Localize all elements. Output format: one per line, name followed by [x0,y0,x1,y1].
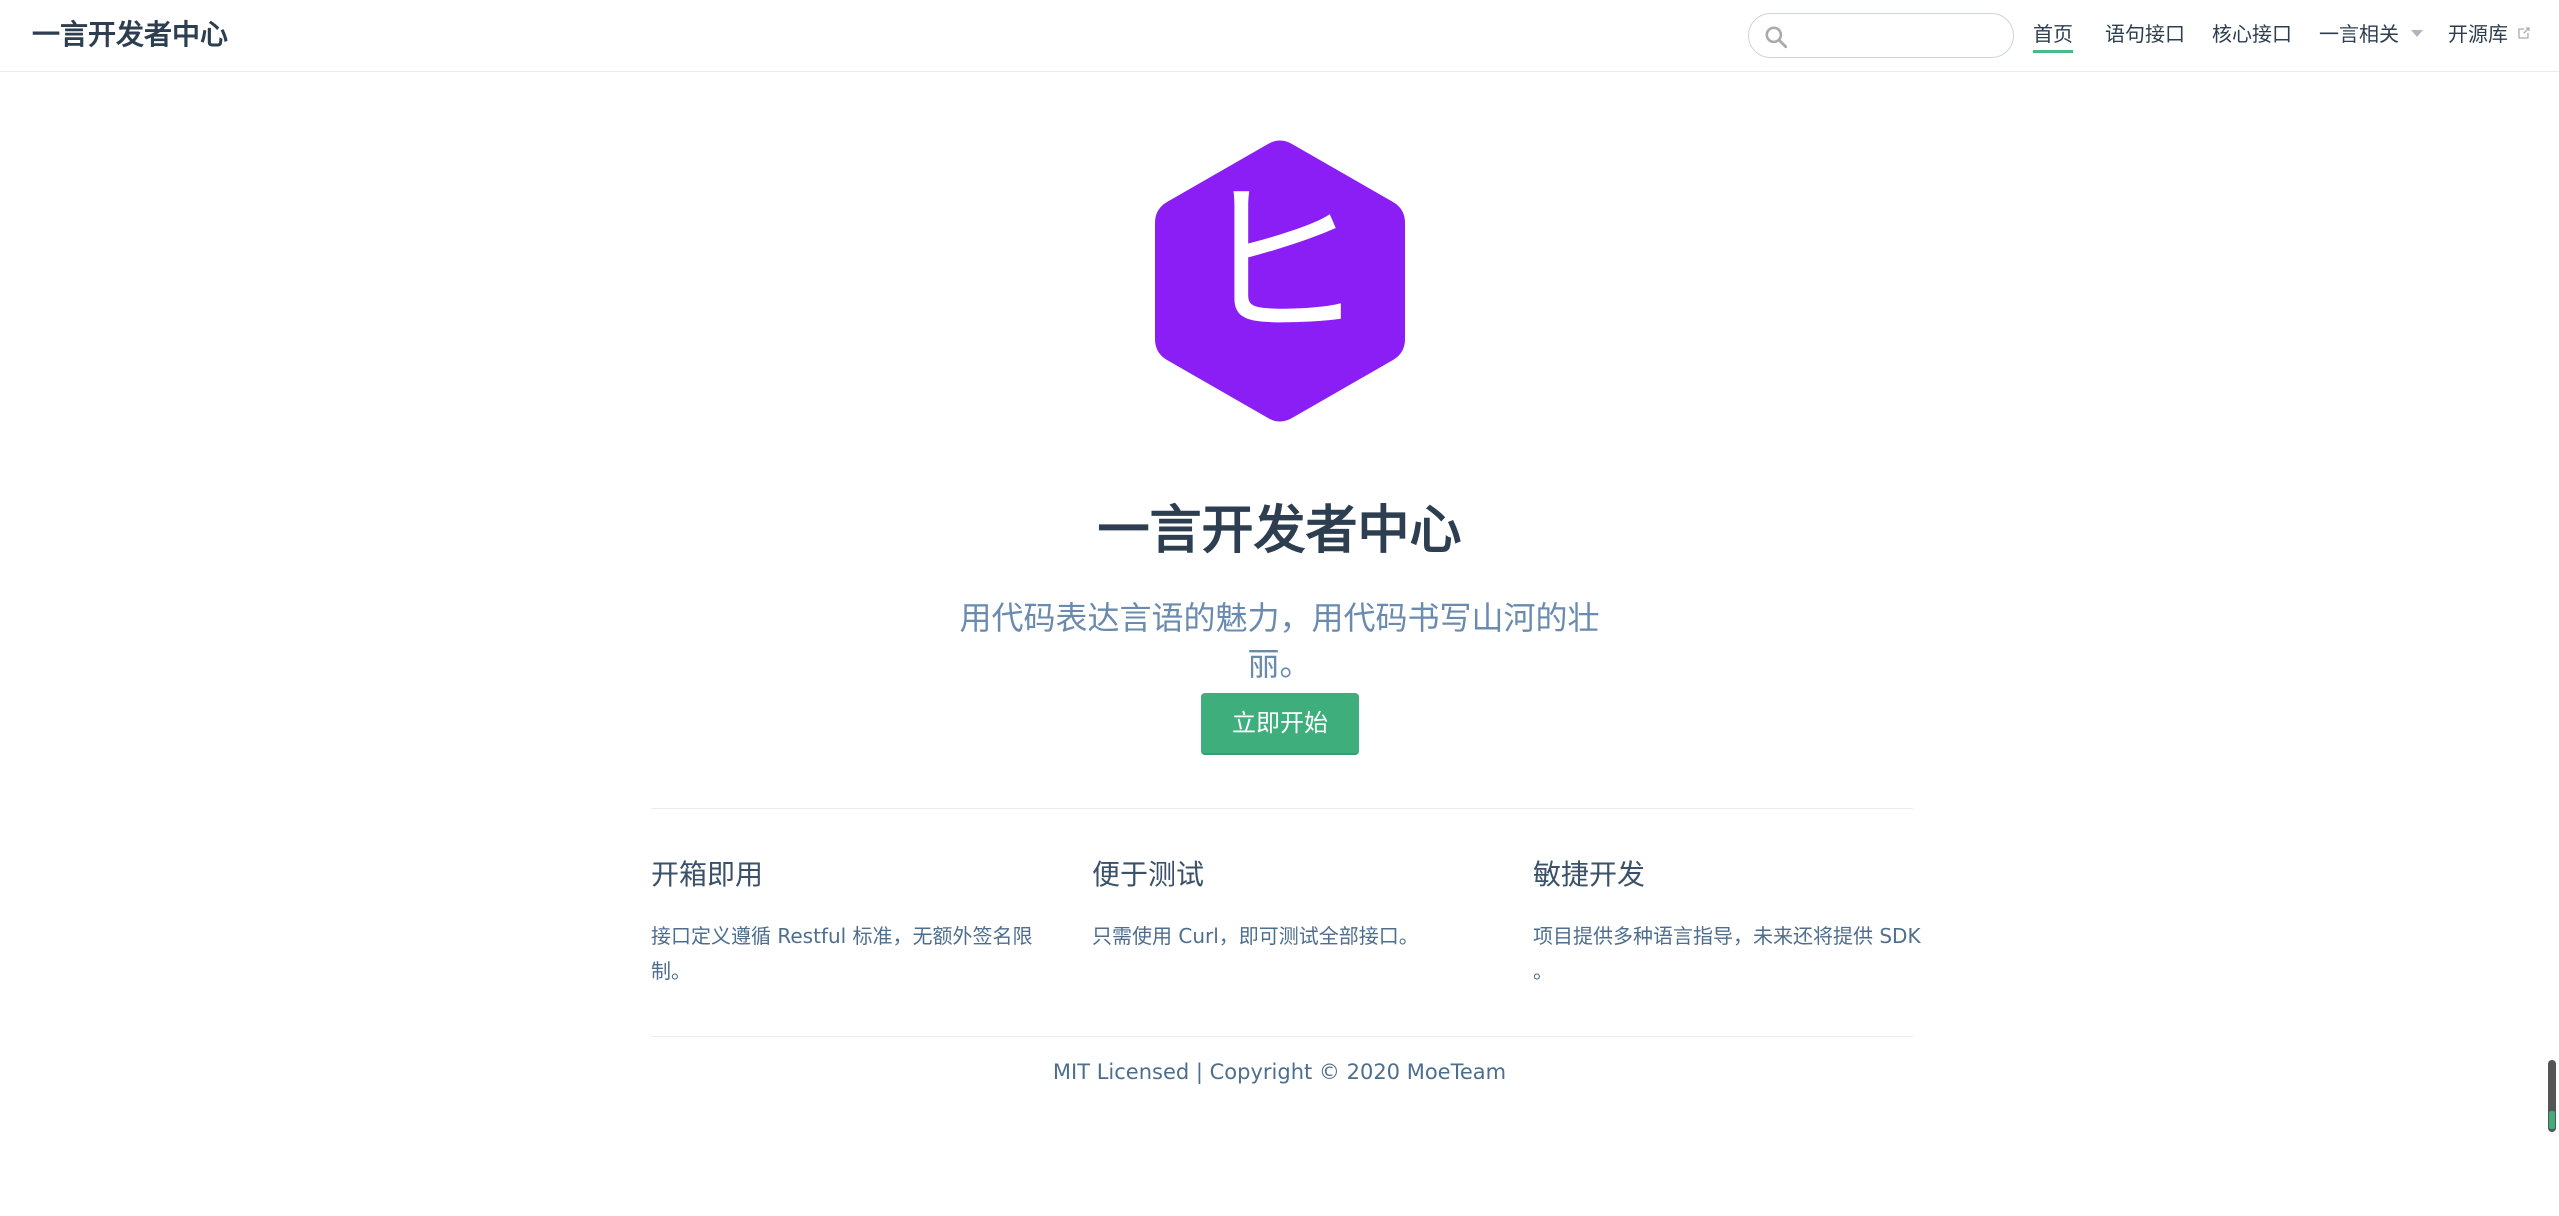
chevron-down-icon [2411,30,2423,37]
features-divider [651,808,1913,809]
hero-description: 用代码表达言语的魅力，用代码书写山河的壮丽。 [959,599,1600,683]
site-name-link[interactable]: 一言开发者中心 [32,16,228,54]
feature-item: 开箱即用 接口定义遵循 Restful 标准，无额外签名限制。 [651,855,1051,989]
nav-item-open-source-label: 开源库 [2448,22,2508,46]
nav-item-open-source[interactable]: 开源库 [2448,19,2532,49]
nav-item-home[interactable]: 首页 [2033,19,2073,53]
navbar: 一言开发者中心 首页 语句接口 核心接口 一言相关 开源库 [0,0,2559,72]
footer-divider [651,1036,1913,1037]
svg-text:ヒ: ヒ [1195,165,1365,363]
hero-title: 一言开发者中心 [1097,500,1462,561]
nav-item-hitokoto-related[interactable]: 一言相关 [2319,19,2423,49]
search-input[interactable] [1797,20,1997,52]
feature-item: 便于测试 只需使用 Curl，即可测试全部接口。 [1092,855,1492,954]
hitokoto-logo: ヒ [1155,140,1405,422]
feature-title: 开箱即用 [651,858,764,891]
feature-title: 便于测试 [1092,858,1205,891]
external-link-icon [2518,26,2530,39]
search-box[interactable] [1748,13,2014,58]
nav-item-hitokoto-related-label: 一言相关 [2319,22,2399,46]
scroll-indicator[interactable] [2548,1060,2556,1132]
feature-details: 接口定义遵循 Restful 标准，无额外签名限制。 [651,924,1033,983]
footer: MIT Licensed | Copyright © 2020 MoeTeam [1052,1060,1507,1084]
feature-details: 项目提供多种语言指导，未来还将提供 SDK 。 [1533,924,1921,983]
nav-item-core-api[interactable]: 核心接口 [2212,19,2292,49]
feature-details: 只需使用 Curl，即可测试全部接口。 [1092,924,1419,948]
nav-item-sentence-api[interactable]: 语句接口 [2105,19,2185,49]
feature-item: 敏捷开发 项目提供多种语言指导，未来还将提供 SDK 。 [1533,855,1933,989]
get-started-button[interactable]: 立即开始 [1201,693,1359,755]
feature-title: 敏捷开发 [1533,858,1646,891]
search-icon [1765,26,1788,49]
scroll-progress [2549,1111,2555,1129]
